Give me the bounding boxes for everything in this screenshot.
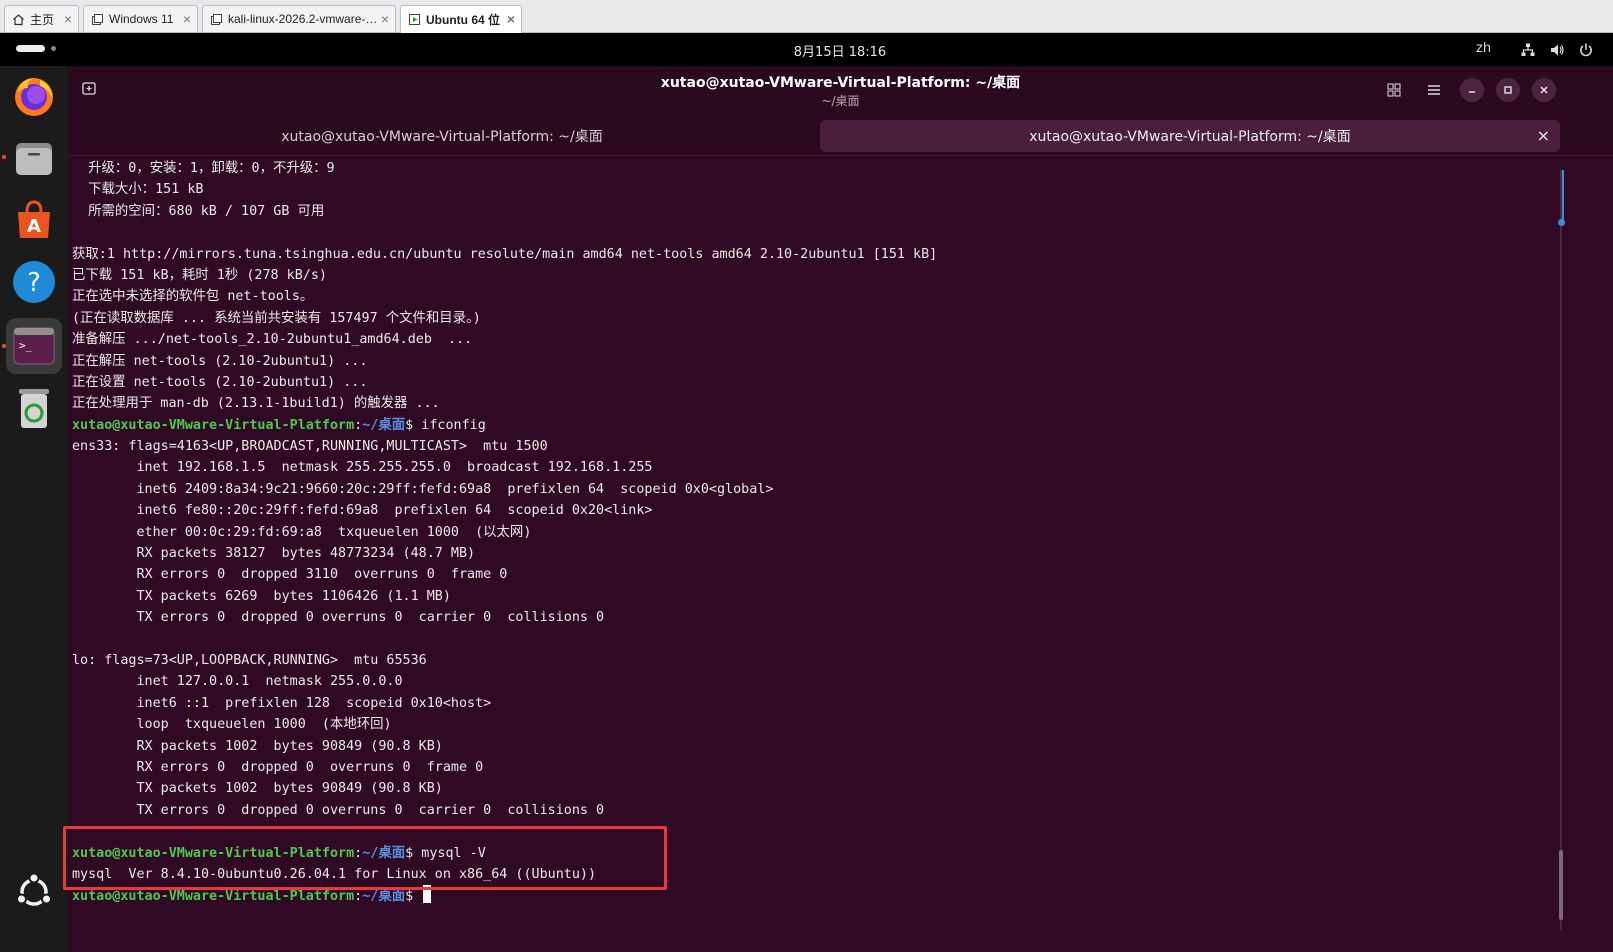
tab-overview-button[interactable]	[1382, 78, 1406, 102]
terminal-line: ether 00:0c:29:fd:69:a8 txqueuelen 1000 …	[72, 524, 532, 540]
terminal-line: 准备解压 .../net-tools_2.10-2ubuntu1_amd64.d…	[72, 332, 473, 348]
terminal-tab-label: xutao@xutao-VMware-Virtual-Platform: ~/桌…	[1029, 129, 1351, 145]
prompt-user: xutao@xutao-VMware-Virtual-Platform	[72, 417, 355, 433]
minimize-icon	[1469, 91, 1475, 93]
prompt-path: ~/桌面	[362, 889, 406, 905]
prompt-path: ~/桌面	[362, 417, 406, 433]
dock-files[interactable]	[6, 130, 62, 186]
volume-icon	[1547, 40, 1567, 60]
vm-running-icon	[407, 13, 421, 27]
search-mark	[1558, 170, 1565, 226]
close-icon	[1540, 86, 1548, 94]
terminal-line: RX errors 0 dropped 0 overruns 0 frame 0	[72, 759, 484, 775]
vm-icon	[209, 12, 223, 26]
terminal-line: 正在解压 net-tools (2.10-2ubuntu1) ...	[72, 353, 368, 369]
terminal-line: (正在读取数据库 ... 系统当前共安装有 157497 个文件和目录。)	[72, 310, 481, 326]
terminal-line: inet6 2409:8a34:9c21:9660:20c:29ff:fefd:…	[72, 481, 774, 497]
terminal-line: inet6 fe80::20c:29ff:fefd:69a8 prefixlen…	[72, 503, 653, 519]
terminal-line: inet6 ::1 prefixlen 128 scopeid 0x10<hos…	[72, 695, 492, 711]
prompt-symbol: $	[405, 889, 422, 905]
terminal-line: 正在处理用于 man-db (2.13.1-1build1) 的触发器 ...	[72, 396, 440, 412]
prompt-user: xutao@xutao-VMware-Virtual-Platform	[72, 889, 355, 905]
terminal-line: lo: flags=73<UP,LOOPBACK,RUNNING> mtu 65…	[72, 652, 427, 668]
terminal-line: 正在设置 net-tools (2.10-2ubuntu1) ...	[72, 374, 368, 390]
svg-text:?: ?	[27, 268, 41, 298]
terminal-line: 所需的空间：680 kB / 107 GB 可用	[72, 203, 325, 219]
terminal-line: RX packets 38127 bytes 48773234 (48.7 MB…	[72, 546, 476, 562]
terminal-line: 下载大小：151 kB	[72, 182, 204, 198]
terminal-line: TX packets 6269 bytes 1106426 (1.1 MB)	[72, 588, 451, 604]
help-icon: ?	[13, 261, 55, 303]
vm-tab-home[interactable]: 主页 ×	[4, 5, 79, 32]
vm-tab-kali[interactable]: kali-linux-2026.2-vmware-am... ×	[202, 5, 396, 32]
app-center-icon: A	[18, 200, 50, 238]
terminal-icon: >_	[13, 327, 55, 365]
gnome-top-bar: 8月15日 18:16 zh	[0, 33, 1613, 66]
terminal-line: ens33: flags=4163<UP,BROADCAST,RUNNING,M…	[72, 439, 548, 455]
menu-button[interactable]	[1422, 78, 1446, 102]
trash-icon	[19, 389, 49, 428]
firefox-icon	[15, 78, 53, 116]
system-menu[interactable]	[1518, 40, 1596, 60]
terminal-tab-1[interactable]: xutao@xutao-VMware-Virtual-Platform: ~/桌…	[76, 120, 808, 152]
network-icon	[1518, 40, 1538, 60]
close-icon[interactable]: ×	[507, 11, 515, 27]
minimize-button[interactable]	[1460, 78, 1484, 102]
close-icon[interactable]: ×	[381, 11, 389, 27]
restore-icon	[1504, 86, 1512, 94]
terminal-tab-bar: xutao@xutao-VMware-Virtual-Platform: ~/桌…	[68, 116, 1613, 156]
dock-trash[interactable]	[6, 380, 62, 436]
terminal-line: inet 127.0.0.1 netmask 255.0.0.0	[72, 674, 403, 690]
dock-terminal[interactable]: >_	[6, 318, 62, 374]
vmware-tab-bar: 主页 × Windows 11 × kali-linux-2026.2-vmwa…	[0, 0, 1613, 33]
terminal-line: RX errors 0 dropped 3110 overruns 0 fram…	[72, 567, 508, 583]
dock-show-apps[interactable]	[6, 864, 62, 920]
highlight-box	[63, 826, 667, 890]
terminal-line: 正在选中未选择的软件包 net-tools。	[72, 289, 314, 305]
terminal-tab-2[interactable]: xutao@xutao-VMware-Virtual-Platform: ~/桌…	[820, 120, 1560, 152]
scrollbar-thumb[interactable]	[1559, 850, 1563, 920]
terminal-line: loop txqueuelen 1000 (本地环回)	[72, 717, 392, 733]
terminal-line: RX packets 1002 bytes 90849 (90.8 KB)	[72, 738, 443, 754]
header-bar: xutao@xutao-VMware-Virtual-Platform: ~/桌…	[68, 66, 1613, 116]
dock-firefox[interactable]	[6, 68, 62, 124]
terminal-line: TX packets 1002 bytes 90849 (90.8 KB)	[72, 781, 443, 797]
dock-app-center[interactable]: A	[6, 192, 62, 248]
terminal-line: 获取:1 http://mirrors.tuna.tsinghua.edu.cn…	[72, 246, 938, 262]
input-method-indicator[interactable]: zh	[1476, 41, 1491, 56]
terminal-tab-label: xutao@xutao-VMware-Virtual-Platform: ~/桌…	[281, 129, 603, 145]
files-icon	[16, 143, 52, 175]
close-icon[interactable]: ×	[64, 11, 72, 27]
dock-help[interactable]: ?	[6, 254, 62, 310]
maximize-button[interactable]	[1496, 78, 1520, 102]
close-tab-icon[interactable]: ×	[1537, 126, 1550, 145]
ubuntu-logo-icon	[16, 872, 52, 906]
vm-tab-ubuntu[interactable]: Ubuntu 64 位 ×	[400, 5, 522, 33]
grid-icon	[1387, 83, 1401, 97]
terminal-line: inet 192.168.1.5 netmask 255.255.255.0 b…	[72, 460, 653, 476]
prompt-line: xutao@xutao-VMware-Virtual-Platform:~/桌面…	[72, 415, 1572, 436]
terminal-line: 升级：0，安装：1，卸载：0，不升级：9	[72, 161, 335, 176]
clock[interactable]: 8月15日 18:16	[0, 41, 1613, 60]
terminal-line: 已下载 151 kB，耗时 1秒 (278 kB/s)	[72, 267, 327, 283]
terminal-line: TX errors 0 dropped 0 overruns 0 carrier…	[72, 802, 605, 818]
power-icon	[1576, 40, 1596, 60]
close-icon[interactable]: ×	[183, 11, 191, 27]
terminal-scrollbar[interactable]	[1557, 170, 1565, 930]
command: ifconfig	[421, 417, 486, 433]
svg-text:A: A	[27, 216, 41, 237]
dock: A ? >_	[0, 66, 68, 952]
prompt-symbol: $	[405, 417, 422, 433]
vm-tab-windows11[interactable]: Windows 11 ×	[83, 5, 198, 32]
hamburger-menu-icon	[1428, 85, 1440, 95]
svg-text:>_: >_	[19, 339, 33, 352]
terminal-line: TX errors 0 dropped 0 overruns 0 carrier…	[72, 610, 605, 626]
home-icon	[11, 12, 25, 26]
vm-icon	[90, 12, 104, 26]
close-button[interactable]	[1532, 78, 1556, 102]
